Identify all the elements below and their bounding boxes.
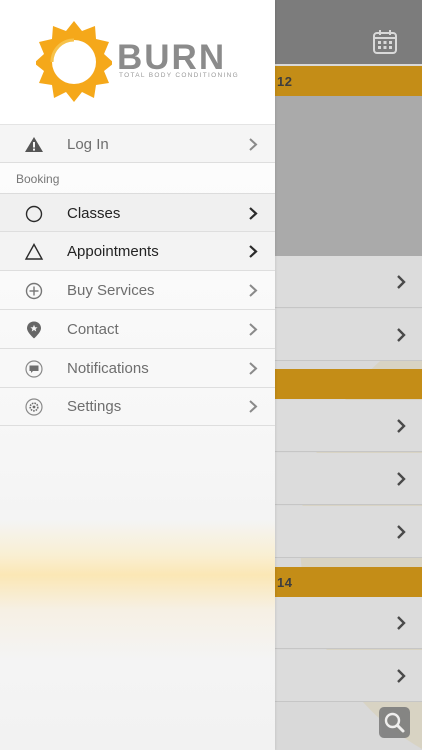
date-header-text: 12	[277, 74, 293, 89]
menu-item-label: Log In	[67, 136, 109, 153]
search-button[interactable]	[379, 707, 410, 738]
menu-item-notifications[interactable]: Notifications	[0, 349, 275, 388]
menu-item-settings[interactable]: Settings	[0, 387, 275, 426]
chevron-right-icon	[249, 284, 258, 297]
chevron-right-icon	[397, 669, 406, 683]
chevron-right-icon	[397, 328, 406, 342]
date-header-text: 14	[277, 575, 293, 590]
chevron-right-icon	[249, 245, 258, 258]
plus-circle-icon	[25, 282, 43, 300]
chevron-right-icon	[249, 207, 258, 220]
menu-item-label: Buy Services	[67, 282, 155, 299]
chevron-right-icon	[397, 616, 406, 630]
menu-item-classes[interactable]: Classes	[0, 193, 275, 232]
logo-wordmark: BURN	[117, 38, 227, 77]
chevron-right-icon	[397, 525, 406, 539]
warning-icon	[25, 137, 43, 152]
side-drawer: BURN TOTAL BODY CONDITIONING Log In Book…	[0, 0, 275, 750]
sun-logo-icon	[36, 21, 112, 102]
chevron-right-icon	[249, 138, 258, 151]
gear-icon	[25, 398, 43, 416]
chevron-right-icon	[249, 400, 258, 413]
logo-area: BURN TOTAL BODY CONDITIONING	[0, 0, 275, 124]
section-label-booking: Booking	[16, 172, 60, 186]
circle-icon	[25, 205, 43, 223]
menu-item-label: Contact	[67, 321, 119, 338]
menu-item-label: Classes	[67, 205, 121, 222]
calendar-icon[interactable]	[372, 29, 398, 55]
chevron-right-icon	[397, 419, 406, 433]
menu-item-contact[interactable]: Contact	[0, 310, 275, 349]
location-pin-icon	[27, 321, 41, 339]
menu-item-label: Notifications	[67, 360, 149, 377]
menu-item-label: Settings	[67, 398, 122, 415]
chevron-right-icon	[397, 472, 406, 486]
menu-item-log-in[interactable]: Log In	[0, 124, 275, 163]
menu-item-label: Appointments	[67, 243, 159, 260]
search-icon	[384, 712, 405, 733]
menu-item-appointments[interactable]: Appointments	[0, 232, 275, 271]
chevron-right-icon	[249, 323, 258, 336]
chevron-right-icon	[397, 275, 406, 289]
triangle-icon	[24, 243, 44, 260]
chevron-right-icon	[249, 362, 258, 375]
menu-item-buy-services[interactable]: Buy Services	[0, 271, 275, 310]
logo-tagline: TOTAL BODY CONDITIONING	[119, 72, 239, 79]
speech-bubble-icon	[25, 360, 43, 378]
